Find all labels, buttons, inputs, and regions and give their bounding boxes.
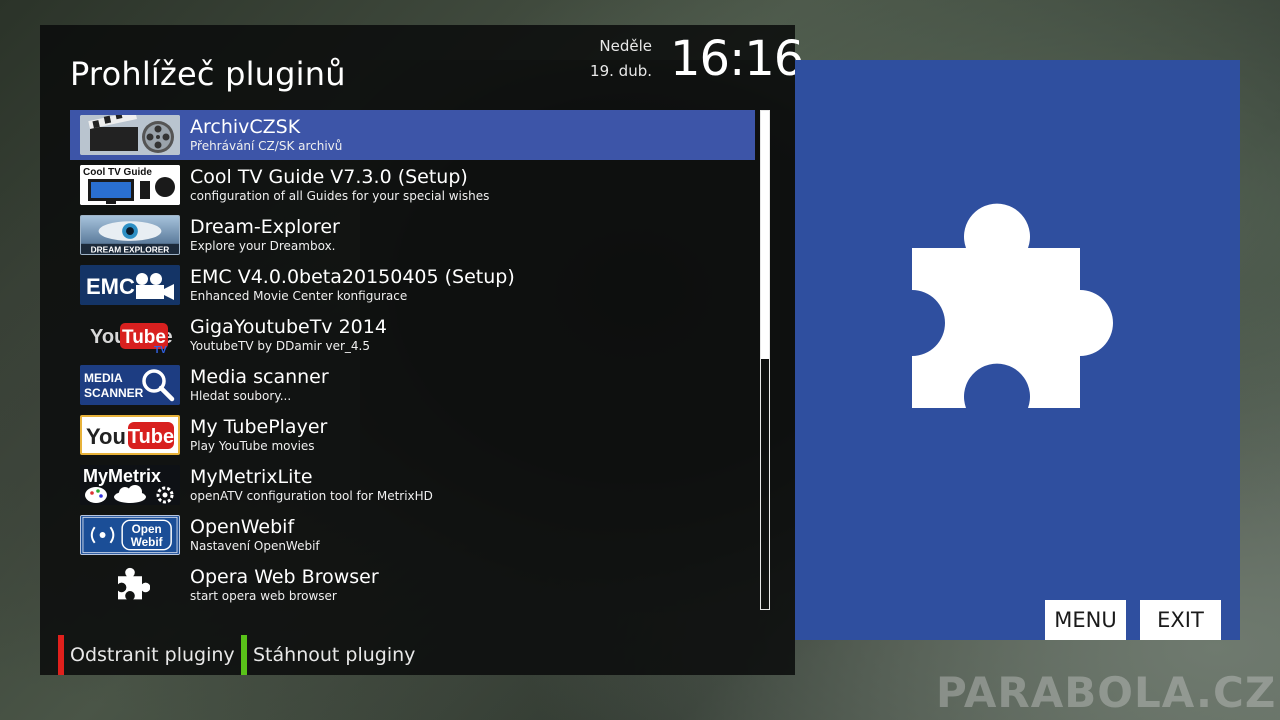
plugin-name: GigaYoutubeTv 2014 (190, 316, 387, 338)
list-scrollbar[interactable] (760, 110, 770, 610)
plugin-description: Explore your Dreambox. (190, 239, 336, 253)
mymetrix-icon: MyMetrix (80, 465, 180, 505)
plugin-row-archivczsk[interactable]: ArchivCZSK Přehrávání CZ/SK archivů (70, 110, 755, 160)
plugin-list[interactable]: ArchivCZSK Přehrávání CZ/SK archivů Cool… (70, 110, 755, 610)
youtube-tv-icon: YouTube Tube TV (80, 315, 180, 355)
svg-text:You: You (86, 424, 126, 449)
plugin-description: Enhanced Movie Center konfigurace (190, 289, 408, 303)
plugin-preview-panel: MENU EXIT (795, 60, 1240, 640)
green-button[interactable]: Stáhnout pluginy (241, 635, 415, 675)
green-key-indicator (241, 635, 247, 675)
plugin-name: My TubePlayer (190, 416, 328, 438)
media-scanner-icon: MEDIA SCANNER (80, 365, 180, 405)
red-key-indicator (58, 635, 64, 675)
svg-text:Tube: Tube (128, 426, 174, 448)
plugin-browser-panel: Prohlížeč pluginů Neděle 19. dub. 16:16 (40, 25, 804, 675)
plugin-description: YoutubeTV by DDamir ver_4.5 (190, 339, 370, 353)
my-tubeplayer-icon: You Tube (80, 415, 180, 455)
plugin-name: ArchivCZSK (190, 116, 301, 138)
plugin-row-emc[interactable]: EMC EMC V4.0.0beta20150405 (Setup) Enhan… (70, 260, 755, 310)
archivczsk-icon (80, 115, 180, 155)
svg-text:MyMetrix: MyMetrix (83, 466, 161, 486)
date-date: 19. dub. (590, 62, 652, 80)
plugin-name: Opera Web Browser (190, 566, 379, 588)
red-button[interactable]: Odstranit pluginy (58, 635, 235, 675)
plugin-name: Media scanner (190, 366, 329, 388)
svg-text:MEDIA: MEDIA (84, 371, 123, 385)
plugin-description: Hledat soubory... (190, 389, 292, 403)
plugin-row-opera-web-browser[interactable]: Opera Web Browser start opera web browse… (70, 560, 755, 610)
plugin-name: Dream-Explorer (190, 216, 340, 238)
plugin-description: Nastavení OpenWebif (190, 539, 320, 553)
plugin-description: openATV configuration tool for MetrixHD (190, 489, 433, 503)
svg-text:Webif: Webif (131, 536, 163, 549)
menu-button[interactable]: MENU (1045, 600, 1126, 640)
svg-text:Cool TV Guide: Cool TV Guide (83, 167, 152, 178)
plugin-row-gigayoutubetv[interactable]: YouTube Tube TV GigaYoutubeTv 2014 Youtu… (70, 310, 755, 360)
puzzle-icon (80, 565, 180, 605)
watermark: PARABOLA.CZ (936, 668, 1277, 717)
plugin-description: Přehrávání CZ/SK archivů (190, 139, 343, 153)
svg-text:SCANNER: SCANNER (84, 386, 144, 400)
plugin-name: MyMetrixLite (190, 466, 313, 488)
svg-text:TV: TV (154, 345, 167, 355)
plugin-row-openwebif[interactable]: Open Webif OpenWebif Nastavení OpenWebif (70, 510, 755, 560)
emc-icon: EMC (80, 265, 180, 305)
cool-tv-guide-icon: Cool TV Guide (80, 165, 180, 205)
plugin-row-mymetrixlite[interactable]: MyMetrix MyMetrixLite openATV configurat… (70, 460, 755, 510)
svg-text:EMC: EMC (86, 274, 135, 299)
clock: 16:16 (670, 31, 804, 87)
dream-explorer-icon: DREAM EXPLORER (80, 215, 180, 255)
plugin-row-dream-explorer[interactable]: DREAM EXPLORER Dream-Explorer Explore yo… (70, 210, 755, 260)
plugin-name: EMC V4.0.0beta20150405 (Setup) (190, 266, 515, 288)
plugin-row-media-scanner[interactable]: MEDIA SCANNER Media scanner Hledat soubo… (70, 360, 755, 410)
puzzle-icon (912, 203, 1113, 408)
red-button-label: Odstranit pluginy (70, 644, 235, 666)
plugin-description: start opera web browser (190, 589, 337, 603)
plugin-row-my-tubeplayer[interactable]: You Tube My TubePlayer Play YouTube movi… (70, 410, 755, 460)
page-title: Prohlížeč pluginů (70, 55, 346, 93)
exit-button[interactable]: EXIT (1140, 600, 1221, 640)
plugin-name: OpenWebif (190, 516, 295, 538)
openwebif-icon: Open Webif (80, 515, 180, 555)
svg-text:Open: Open (132, 523, 162, 536)
green-button-label: Stáhnout pluginy (253, 644, 416, 666)
date-day: Neděle (599, 37, 652, 55)
svg-text:DREAM EXPLORER: DREAM EXPLORER (91, 245, 170, 255)
plugin-description: Play YouTube movies (190, 439, 315, 453)
plugin-name: Cool TV Guide V7.3.0 (Setup) (190, 166, 468, 188)
plugin-row-cool-tv-guide[interactable]: Cool TV Guide Cool TV Guide V7.3.0 (Setu… (70, 160, 755, 210)
plugin-description: configuration of all Guides for your spe… (190, 189, 490, 203)
scrollbar-thumb[interactable] (761, 111, 769, 359)
